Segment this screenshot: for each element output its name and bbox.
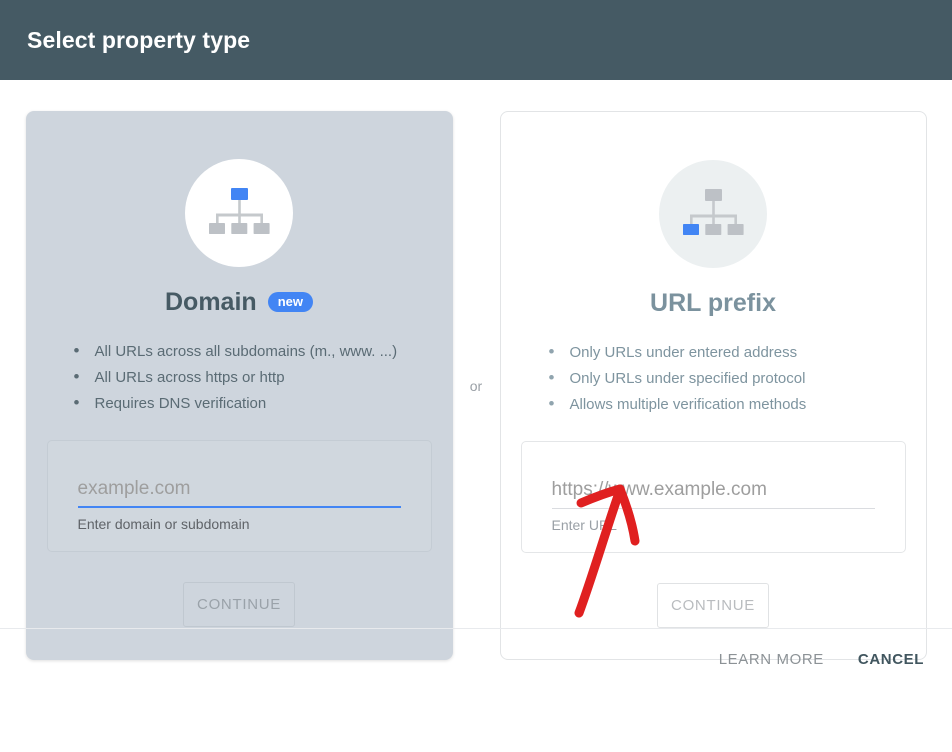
site-hierarchy-icon	[209, 188, 270, 234]
url-prefix-input-placeholder[interactable]: https://www.example.com	[552, 478, 875, 502]
page-title: Select property type	[27, 26, 251, 53]
list-item: All URLs across all subdomains (m., www.…	[64, 338, 453, 365]
domain-input-underline	[77, 506, 401, 508]
cancel-button[interactable]: CANCEL	[858, 651, 924, 668]
url-prefix-icon-wrapper	[659, 160, 767, 268]
or-label: or	[469, 377, 483, 394]
or-divider: or	[453, 111, 500, 660]
domain-text-field[interactable]: example.com	[77, 477, 401, 508]
url-prefix-input-group[interactable]: https://www.example.com Enter URL	[520, 441, 906, 553]
dialog-footer: LEARN MORE CANCEL	[0, 628, 952, 690]
url-prefix-input-underline	[551, 508, 875, 509]
dialog-header: Select property type	[0, 0, 952, 80]
property-type-card-url-prefix[interactable]: URL prefix Only URLs under entered addre…	[499, 111, 927, 660]
domain-title-row: Domain new	[165, 285, 313, 319]
domain-continue-button[interactable]: CONTINUE	[183, 582, 295, 627]
property-type-chooser: Domain new All URLs across all subdomain…	[0, 80, 952, 690]
url-prefix-continue-button[interactable]: CONTINUE	[657, 583, 769, 628]
property-type-card-domain[interactable]: Domain new All URLs across all subdomain…	[25, 111, 453, 660]
card-title-domain: Domain	[165, 287, 257, 316]
domain-input-placeholder[interactable]: example.com	[78, 477, 401, 501]
domain-input-helper: Enter domain or subdomain	[77, 516, 250, 532]
domain-icon-wrapper	[185, 159, 293, 267]
site-hierarchy-icon	[683, 189, 744, 235]
card-title-url-prefix: URL prefix	[650, 288, 776, 317]
new-badge: new	[267, 292, 313, 312]
url-prefix-text-field[interactable]: https://www.example.com	[551, 478, 875, 509]
url-prefix-feature-list: Only URLs under entered address Only URL…	[501, 339, 926, 418]
url-prefix-input-helper: Enter URL	[551, 517, 617, 533]
list-item: All URLs across https or http	[64, 364, 453, 391]
list-item: Only URLs under entered address	[539, 339, 926, 366]
domain-feature-list: All URLs across all subdomains (m., www.…	[26, 338, 453, 417]
url-prefix-title-row: URL prefix	[650, 286, 776, 320]
domain-input-group[interactable]: example.com Enter domain or subdomain	[46, 440, 432, 552]
list-item: Only URLs under specified protocol	[539, 365, 926, 392]
list-item: Requires DNS verification	[64, 390, 453, 417]
learn-more-link[interactable]: LEARN MORE	[719, 651, 824, 668]
list-item: Allows multiple verification methods	[539, 391, 926, 418]
